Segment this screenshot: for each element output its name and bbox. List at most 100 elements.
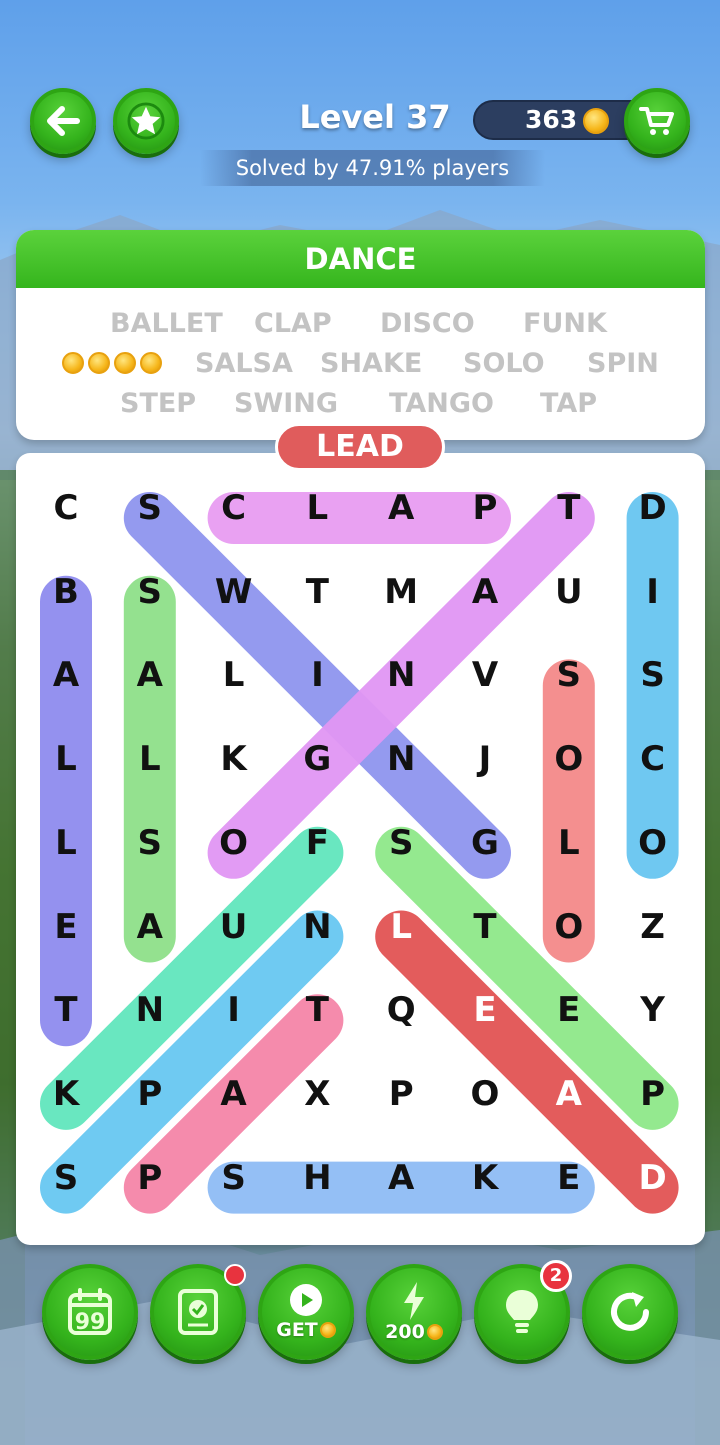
grid-letter-cell[interactable]: X [287, 1074, 347, 1134]
grid-letter-cell[interactable]: K [36, 1074, 96, 1134]
grid-letter-cell[interactable]: F [287, 823, 347, 883]
grid-letter-cell[interactable]: L [287, 488, 347, 548]
grid-letter-cell[interactable]: E [539, 1158, 599, 1218]
word-tap: TAP [540, 388, 598, 419]
grid-letter-cell[interactable]: G [287, 739, 347, 799]
cart-icon [639, 107, 674, 135]
grid-letter-cell[interactable]: S [120, 488, 180, 548]
grid-letter-cell[interactable]: T [287, 572, 347, 632]
grid-letter-cell[interactable]: Q [371, 990, 431, 1050]
grid-letter-cell[interactable]: S [120, 823, 180, 883]
power-boost-button[interactable]: 200 [366, 1264, 462, 1360]
grid-letter-cell[interactable]: D [623, 1158, 683, 1218]
daily-challenge-button[interactable]: 99 [42, 1264, 138, 1360]
grid-letter-cell[interactable]: C [36, 488, 96, 548]
grid-letter-cell[interactable]: U [204, 907, 264, 967]
grid-letter-cell[interactable]: Y [623, 990, 683, 1050]
grid-letter-cell[interactable]: O [623, 823, 683, 883]
grid-letter-cell[interactable]: Z [623, 907, 683, 967]
grid-letter-cell[interactable]: L [371, 907, 431, 967]
grid-letter-cell[interactable]: J [455, 739, 515, 799]
word-shake: SHAKE [320, 348, 423, 379]
grid-letter-cell[interactable]: E [455, 990, 515, 1050]
grid-letter-cell[interactable]: O [204, 823, 264, 883]
hint-button[interactable]: 2 [474, 1260, 572, 1360]
grid-letter-cell[interactable]: S [36, 1158, 96, 1218]
grid-letter-cell[interactable]: C [623, 739, 683, 799]
back-arrow-icon [47, 106, 80, 136]
grid-letter-cell[interactable]: E [36, 907, 96, 967]
grid-letter-cell[interactable]: A [36, 655, 96, 715]
grid-letter-cell[interactable]: N [287, 907, 347, 967]
grid-letter-cell[interactable]: P [120, 1158, 180, 1218]
grid-letter-cell[interactable]: G [455, 823, 515, 883]
word-solo: SOLO [463, 348, 545, 379]
grid-letter-cell[interactable]: M [371, 572, 431, 632]
letter-grid-panel[interactable]: CSCLAPTDBSWTMAUIAALINVSSLLKGNJOCLSOFSGLO… [16, 453, 705, 1245]
grid-letter-cell[interactable]: I [623, 572, 683, 632]
word-list-panel: DANCE BALLET CLAP DISCO FUNK SALSA SHAKE… [16, 230, 705, 440]
grid-letter-cell[interactable]: N [371, 655, 431, 715]
letter-grid[interactable]: CSCLAPTDBSWTMAUIAALINVSSLLKGNJOCLSOFSGLO… [16, 453, 705, 1245]
word-spin: SPIN [587, 348, 659, 379]
back-button[interactable] [30, 88, 96, 154]
coin-count: 363 [525, 105, 578, 134]
grid-letter-cell[interactable]: W [204, 572, 264, 632]
get-coins-video-button[interactable]: GET [258, 1264, 354, 1360]
grid-letter-cell[interactable]: T [539, 488, 599, 548]
grid-letter-cell[interactable]: L [539, 823, 599, 883]
grid-letter-cell[interactable]: S [204, 1158, 264, 1218]
grid-letter-cell[interactable]: C [204, 488, 264, 548]
star-icon [127, 102, 165, 140]
grid-letter-cell[interactable]: T [287, 990, 347, 1050]
power-cost: 200 [385, 1321, 425, 1343]
grid-letter-cell[interactable]: H [287, 1158, 347, 1218]
hint-count-badge: 2 [540, 1260, 572, 1292]
get-label: GET [276, 1319, 318, 1341]
grid-letter-cell[interactable]: L [204, 655, 264, 715]
word-tango: TANGO [389, 388, 494, 419]
grid-letter-cell[interactable]: K [455, 1158, 515, 1218]
grid-letter-cell[interactable]: B [36, 572, 96, 632]
grid-letter-cell[interactable]: S [371, 823, 431, 883]
grid-letter-cell[interactable]: A [539, 1074, 599, 1134]
grid-letter-cell[interactable]: V [455, 655, 515, 715]
word-book-button[interactable] [150, 1264, 246, 1360]
grid-letter-cell[interactable]: U [539, 572, 599, 632]
lightbulb-icon [506, 1290, 538, 1333]
grid-letter-cell[interactable]: P [623, 1074, 683, 1134]
grid-letter-cell[interactable]: E [539, 990, 599, 1050]
grid-letter-cell[interactable]: N [371, 739, 431, 799]
grid-letter-cell[interactable]: P [455, 488, 515, 548]
grid-letter-cell[interactable]: L [36, 739, 96, 799]
grid-letter-cell[interactable]: A [455, 572, 515, 632]
shop-button[interactable] [624, 88, 690, 154]
grid-letter-cell[interactable]: L [120, 739, 180, 799]
grid-letter-cell[interactable]: S [539, 655, 599, 715]
star-progress-button[interactable] [113, 88, 179, 154]
grid-letter-cell[interactable]: K [204, 739, 264, 799]
grid-letter-cell[interactable]: P [371, 1074, 431, 1134]
restart-button[interactable] [582, 1264, 678, 1360]
grid-letter-cell[interactable]: T [36, 990, 96, 1050]
grid-letter-cell[interactable]: A [371, 488, 431, 548]
coin-icon [583, 108, 609, 134]
grid-letter-cell[interactable]: N [120, 990, 180, 1050]
grid-letter-cell[interactable]: A [204, 1074, 264, 1134]
calendar-quote-icon: 99 [68, 1288, 112, 1335]
grid-letter-cell[interactable]: P [120, 1074, 180, 1134]
grid-letter-cell[interactable]: I [287, 655, 347, 715]
grid-letter-cell[interactable]: O [455, 1074, 515, 1134]
grid-letter-cell[interactable]: S [623, 655, 683, 715]
grid-letter-cell[interactable]: A [120, 655, 180, 715]
grid-letter-cell[interactable]: O [539, 907, 599, 967]
grid-letter-cell[interactable]: T [455, 907, 515, 967]
grid-letter-cell[interactable]: A [120, 907, 180, 967]
grid-letter-cell[interactable]: D [623, 488, 683, 548]
grid-letter-cell[interactable]: O [539, 739, 599, 799]
grid-letter-cell[interactable]: L [36, 823, 96, 883]
coin-icon [426, 1324, 443, 1340]
grid-letter-cell[interactable]: S [120, 572, 180, 632]
grid-letter-cell[interactable]: I [204, 990, 264, 1050]
grid-letter-cell[interactable]: A [371, 1158, 431, 1218]
